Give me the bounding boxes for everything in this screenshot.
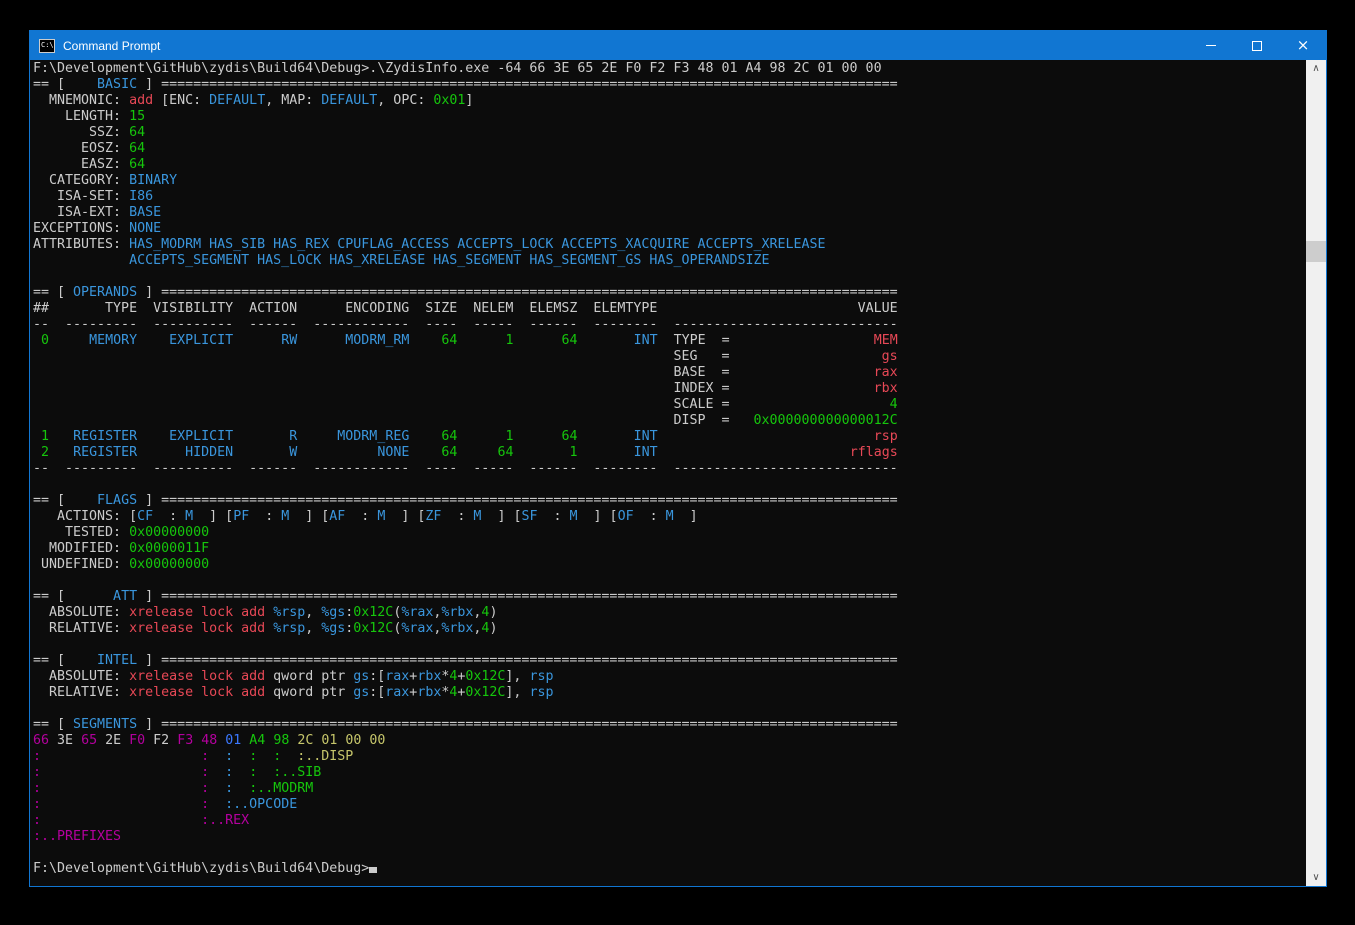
console-line: MODIFIED: 0x0000011F [33, 541, 1304, 557]
console-line: == [ SEGMENTS ] ========================… [33, 717, 1304, 733]
window-controls: × [1188, 31, 1326, 60]
command-prompt-window: C:\ Command Prompt × F:\Development\GitH… [29, 30, 1327, 887]
maximize-button[interactable] [1234, 31, 1280, 60]
console-line: F:\Development\GitHub\zydis\Build64\Debu… [33, 861, 1304, 877]
minimize-button[interactable] [1188, 31, 1234, 60]
console-line: == [ BASIC ] ===========================… [33, 77, 1304, 93]
console-line: F:\Development\GitHub\zydis\Build64\Debu… [33, 61, 1304, 77]
window-title: Command Prompt [63, 39, 160, 53]
maximize-icon [1252, 41, 1262, 51]
console-line: EXCEPTIONS: NONE [33, 221, 1304, 237]
console-line: ## TYPE VISIBILITY ACTION ENCODING SIZE … [33, 301, 1304, 317]
console-line: : :..REX [33, 813, 1304, 829]
console-line: BASE = rax [33, 365, 1304, 381]
scrollbar-thumb[interactable] [1306, 241, 1326, 262]
console-line: == [ FLAGS ] ===========================… [33, 493, 1304, 509]
console-line: == [ INTEL ] ===========================… [33, 653, 1304, 669]
console-line [33, 269, 1304, 285]
console-line: EOSZ: 64 [33, 141, 1304, 157]
console-line: LENGTH: 15 [33, 109, 1304, 125]
scroll-down-button[interactable]: ∨ [1306, 869, 1326, 886]
console-line [33, 573, 1304, 589]
console-line: SCALE = 4 [33, 397, 1304, 413]
console-line: MNEMONIC: add [ENC: DEFAULT, MAP: DEFAUL… [33, 93, 1304, 109]
console-line: :..PREFIXES [33, 829, 1304, 845]
console-line: EASZ: 64 [33, 157, 1304, 173]
scroll-up-button[interactable]: ∧ [1306, 60, 1326, 77]
scrollbar-track[interactable]: ∧ ∨ [1306, 60, 1326, 886]
console-line: ISA-EXT: BASE [33, 205, 1304, 221]
console-line: CATEGORY: BINARY [33, 173, 1304, 189]
console-text: F:\Development\GitHub\zydis\Build64\Debu… [33, 61, 1304, 877]
console-line: ACCEPTS_SEGMENT HAS_LOCK HAS_XRELEASE HA… [33, 253, 1304, 269]
console-line [33, 477, 1304, 493]
console-line: : : : : :..SIB [33, 765, 1304, 781]
console-line: -- --------- ---------- ------ ---------… [33, 461, 1304, 477]
console-line: ATTRIBUTES: HAS_MODRM HAS_SIB HAS_REX CP… [33, 237, 1304, 253]
console-line: 0 MEMORY EXPLICIT RW MODRM_RM 64 1 64 IN… [33, 333, 1304, 349]
console-line: SEG = gs [33, 349, 1304, 365]
console-viewport[interactable]: F:\Development\GitHub\zydis\Build64\Debu… [30, 60, 1326, 886]
console-line: : : : : : :..DISP [33, 749, 1304, 765]
console-line [33, 701, 1304, 717]
console-line: TESTED: 0x00000000 [33, 525, 1304, 541]
console-line: 2 REGISTER HIDDEN W NONE 64 64 1 INT rfl… [33, 445, 1304, 461]
console-line: SSZ: 64 [33, 125, 1304, 141]
console-line: RELATIVE: xrelease lock add qword ptr gs… [33, 685, 1304, 701]
console-line: 66 3E 65 2E F0 F2 F3 48 01 A4 98 2C 01 0… [33, 733, 1304, 749]
console-line: ABSOLUTE: xrelease lock add qword ptr gs… [33, 669, 1304, 685]
console-line: : : :..OPCODE [33, 797, 1304, 813]
console-line [33, 637, 1304, 653]
close-icon: × [1297, 38, 1310, 53]
console-line: : : : :..MODRM [33, 781, 1304, 797]
console-line: == [ OPERANDS ] ========================… [33, 285, 1304, 301]
cmd-icon[interactable]: C:\ [39, 39, 55, 53]
console-line: UNDEFINED: 0x00000000 [33, 557, 1304, 573]
console-line: ACTIONS: [CF : M ] [PF : M ] [AF : M ] [… [33, 509, 1304, 525]
console-line: == [ ATT ] =============================… [33, 589, 1304, 605]
console-line: RELATIVE: xrelease lock add %rsp, %gs:0x… [33, 621, 1304, 637]
text-cursor [369, 867, 377, 873]
console-line: DISP = 0x000000000000012C [33, 413, 1304, 429]
minimize-icon [1206, 45, 1216, 46]
console-line: -- --------- ---------- ------ ---------… [33, 317, 1304, 333]
close-button[interactable]: × [1280, 31, 1326, 60]
console-line [33, 845, 1304, 861]
console-line: 1 REGISTER EXPLICIT R MODRM_REG 64 1 64 … [33, 429, 1304, 445]
console-line: INDEX = rbx [33, 381, 1304, 397]
titlebar[interactable]: C:\ Command Prompt × [30, 31, 1326, 60]
console-line: ABSOLUTE: xrelease lock add %rsp, %gs:0x… [33, 605, 1304, 621]
console-line: ISA-SET: I86 [33, 189, 1304, 205]
